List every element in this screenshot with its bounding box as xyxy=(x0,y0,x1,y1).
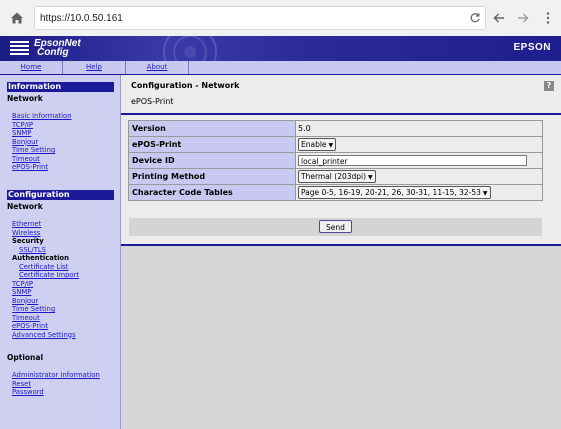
sidebar-item-config-snmp[interactable]: SNMP xyxy=(12,288,31,296)
top-menu: Home Help About xyxy=(0,61,561,75)
printing-method-select-value: Thermal (203dpi) xyxy=(301,172,367,181)
sidebar-item-config-epos-print[interactable]: ePOS-Print xyxy=(12,322,48,330)
sidebar-item-config-timeout[interactable]: Timeout xyxy=(12,314,40,322)
sidebar-item-config-tcpip[interactable]: TCP/IP xyxy=(12,280,33,288)
sidebar: Information Network Basic Information TC… xyxy=(0,75,121,429)
device-id-cell: local_printer xyxy=(295,152,543,169)
table-row: Printing Method Thermal (203dpi) ▼ xyxy=(128,168,543,185)
character-code-tables-label: Character Code Tables xyxy=(128,184,296,201)
sidebar-item-config-time-setting[interactable]: Time Setting xyxy=(12,305,55,313)
sidebar-item-certificate-list[interactable]: Certificate List xyxy=(19,263,68,271)
printing-method-cell: Thermal (203dpi) ▼ xyxy=(295,168,543,185)
version-label: Version xyxy=(128,120,296,137)
printing-method-select[interactable]: Thermal (203dpi) ▼ xyxy=(298,170,376,183)
character-code-tables-select-value: Page 0-5, 16-19, 20-21, 26, 30-31, 11-15… xyxy=(301,188,481,197)
banner-decoration xyxy=(163,36,217,61)
home-icon[interactable] xyxy=(8,9,26,27)
sidebar-item-wireless[interactable]: Wireless xyxy=(12,229,40,237)
epos-print-select-value: Enable xyxy=(301,140,327,149)
sidebar-information-network: Network xyxy=(7,94,43,103)
back-icon[interactable] xyxy=(492,11,506,25)
epson-logo-icon xyxy=(10,41,29,56)
browser-toolbar: https://10.0.50.161 xyxy=(0,0,561,36)
page-subtitle: ePOS-Print xyxy=(131,97,174,106)
app-header: EpsonNet Config EPSON xyxy=(0,36,561,61)
menu-about-link[interactable]: About xyxy=(126,61,189,74)
menu-icon[interactable] xyxy=(541,11,555,25)
table-row: ePOS-Print Enable ▼ xyxy=(128,136,543,153)
character-code-tables-cell: Page 0-5, 16-19, 20-21, 26, 30-31, 11-15… xyxy=(295,184,543,201)
send-button[interactable]: Send xyxy=(319,220,352,233)
sidebar-item-epos-print[interactable]: ePOS-Print xyxy=(12,163,48,171)
sidebar-authentication-label: Authentication xyxy=(12,254,69,262)
epos-print-cell: Enable ▼ xyxy=(295,136,543,153)
sidebar-item-advanced-settings[interactable]: Advanced Settings xyxy=(12,331,76,339)
page-header: Configuration - Network ePOS-Print ? xyxy=(121,75,561,114)
menu-home-link[interactable]: Home xyxy=(0,61,63,74)
url-text: https://10.0.50.161 xyxy=(40,13,123,24)
sidebar-configuration-network: Network xyxy=(7,202,43,211)
help-icon[interactable]: ? xyxy=(544,81,554,91)
table-row: Character Code Tables Page 0-5, 16-19, 2… xyxy=(128,184,543,201)
device-id-input[interactable]: local_printer xyxy=(298,155,527,166)
sidebar-item-timeout[interactable]: Timeout xyxy=(12,155,40,163)
app-title: EpsonNet Config xyxy=(34,39,81,58)
sidebar-item-ethernet[interactable]: Ethernet xyxy=(12,220,41,228)
sidebar-item-certificate-import[interactable]: Certificate Import xyxy=(19,271,79,279)
sidebar-item-password[interactable]: Password xyxy=(12,388,44,396)
epos-print-label: ePOS-Print xyxy=(128,136,296,153)
chevron-down-icon: ▼ xyxy=(482,190,488,197)
divider xyxy=(121,244,561,246)
sidebar-security-label: Security xyxy=(12,237,44,245)
printing-method-label: Printing Method xyxy=(128,168,296,185)
sidebar-information-heading: Information xyxy=(7,82,114,92)
table-row: Device ID local_printer xyxy=(128,152,543,169)
app-title-line2: Config xyxy=(37,47,69,58)
chevron-down-icon: ▼ xyxy=(328,142,334,149)
address-bar[interactable]: https://10.0.50.161 xyxy=(34,6,486,30)
version-value: 5.0 xyxy=(295,120,543,137)
sidebar-item-ssl-tls[interactable]: SSL/TLS xyxy=(19,246,46,254)
sidebar-item-snmp[interactable]: SNMP xyxy=(12,129,31,137)
menu-help-link[interactable]: Help xyxy=(63,61,126,74)
table-row: Version 5.0 xyxy=(128,120,543,137)
sidebar-item-bonjour[interactable]: Bonjour xyxy=(12,138,38,146)
sidebar-configuration-heading: Configuration xyxy=(7,190,114,200)
sidebar-optional-heading: Optional xyxy=(7,353,44,362)
character-code-tables-select[interactable]: Page 0-5, 16-19, 20-21, 26, 30-31, 11-15… xyxy=(298,186,491,199)
sidebar-item-basic-information[interactable]: Basic Information xyxy=(12,112,72,120)
device-id-label: Device ID xyxy=(128,152,296,169)
reload-icon[interactable] xyxy=(469,12,481,24)
page-title: Configuration - Network xyxy=(131,81,240,90)
sidebar-item-time-setting[interactable]: Time Setting xyxy=(12,146,55,154)
sidebar-item-reset[interactable]: Reset xyxy=(12,380,31,388)
sidebar-item-tcpip[interactable]: TCP/IP xyxy=(12,121,33,129)
settings-table: Version 5.0 ePOS-Print Enable ▼ Device ID… xyxy=(128,120,543,201)
brand-name: EPSON xyxy=(513,42,551,53)
send-row: Send xyxy=(129,218,542,236)
epos-print-select[interactable]: Enable ▼ xyxy=(298,138,337,151)
chevron-down-icon: ▼ xyxy=(368,174,373,181)
sidebar-item-administrator-information[interactable]: Administrator Information xyxy=(12,371,100,379)
forward-icon[interactable] xyxy=(516,11,530,25)
sidebar-item-config-bonjour[interactable]: Bonjour xyxy=(12,297,38,305)
